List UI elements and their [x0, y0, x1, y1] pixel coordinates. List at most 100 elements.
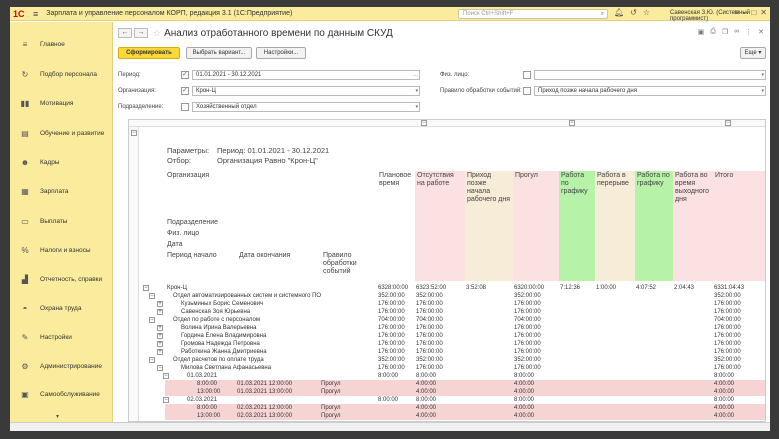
sidebar-item-main[interactable]: ≡ Главное [10, 34, 113, 54]
row-toggle-icon[interactable]: + [157, 301, 163, 307]
chevron-down-icon[interactable]: ▾ [761, 71, 764, 79]
favorite-star-icon[interactable]: ☆ [153, 28, 161, 39]
back-button[interactable]: ← [118, 28, 132, 38]
row-toggle-icon[interactable]: − [157, 365, 163, 371]
row-toggle-icon[interactable]: + [157, 349, 163, 355]
sidebar-item-self-service[interactable]: ▣ Самообслуживание [10, 384, 113, 404]
cell-absence: 704:00:00 [416, 317, 443, 323]
organization-checkbox[interactable]: ✓ [181, 87, 189, 95]
organization-field[interactable]: Крон-Ц ▾ [192, 86, 420, 96]
chevron-down-icon[interactable]: ▾ [415, 87, 418, 95]
sidebar-item-salary[interactable]: ▦ Зарплата [10, 181, 113, 201]
row-toggle-icon[interactable]: − [163, 373, 169, 379]
settings-menu-icon[interactable]: ≡ [734, 8, 739, 17]
command-bar: Сформировать Выбрать вариант... Настройк… [118, 47, 766, 61]
collapse-column-group-icon[interactable]: − [569, 120, 575, 126]
row-toggle-icon[interactable]: + [157, 309, 163, 315]
close-icon[interactable]: ✕ [760, 8, 767, 17]
table-row[interactable]: 02.03.2021 8:00:00 8:00:00 8:00:00 8:00:00 [165, 396, 765, 404]
table-row[interactable]: Работкина Жанна Дмитриевна 176:00:00 176:0… [165, 348, 765, 356]
table-row[interactable]: Громова Надежда Петровна 176:00:00 176:00:… [165, 340, 765, 348]
sidebar-item-safety[interactable]: ◓ Охрана труда [10, 298, 113, 318]
row-toggle-icon[interactable]: − [149, 317, 155, 323]
department-field[interactable]: Хозяйственный отдел ▾ [192, 102, 420, 112]
more-button[interactable]: Еще ▾ [740, 47, 766, 59]
row-toggle-icon[interactable]: + [157, 325, 163, 331]
settings-button[interactable]: Настройки... [256, 47, 306, 59]
table-row[interactable]: 8:00:00 01.03.2021 12:00:00 Прогул 4:00:00 4… [165, 380, 765, 388]
table-row[interactable]: Отдел автоматизированных систем и систем… [165, 292, 765, 300]
table-row[interactable]: 13:00:00 02.03.2021 13:00:00 Прогул 4:00:00… [165, 412, 765, 420]
rule-checkbox[interactable] [523, 87, 531, 95]
chevron-down-icon[interactable]: ▾ [761, 87, 764, 95]
period-checkbox[interactable]: ✓ [181, 71, 189, 79]
collapse-column-group-icon[interactable]: − [421, 120, 427, 126]
row-toggle-icon[interactable]: − [149, 357, 155, 363]
collapse-column-group-icon[interactable]: − [725, 120, 731, 126]
table-row[interactable]: 01.03.2021 8:00:00 8:00:00 8:00:00 8:00:00 [165, 372, 765, 380]
cell-name: Громова Надежда Петровна [181, 341, 260, 347]
table-row[interactable]: 8:00:00 02.03.2021 12:00:00 Прогул 4:00:00 4… [165, 404, 765, 412]
notifications-icon[interactable]: 🔔︎ [614, 8, 624, 17]
table-row[interactable]: Кузьминых Борис Семенович 176:00:00 176:00… [165, 300, 765, 308]
title-bar: 1С ≡ Зарплата и управление персоналом КО… [10, 7, 770, 22]
table-row[interactable]: Милова Светлана Афанасьевна 176:00:00 176:… [165, 364, 765, 372]
collapse-header-icon[interactable]: − [131, 130, 137, 136]
ellipsis-icon[interactable]: … [413, 71, 418, 79]
search-icon[interactable]: ⌕ [601, 10, 604, 18]
more-actions-icon[interactable]: ⋮ [745, 28, 752, 36]
rule-field[interactable]: Приход позже начала рабочего дня ▾ [534, 86, 766, 96]
sidebar-item-payments[interactable]: ▭ Выплаты [10, 211, 113, 231]
table-row[interactable]: Гордина Елена Владимировна 176:00:00 176:0… [165, 332, 765, 340]
minimize-icon[interactable]: – [743, 8, 747, 17]
main-menu-icon[interactable]: ≡ [33, 9, 38, 19]
table-row[interactable]: Волина Ирина Валерьевна 176:00:00 176:00:0… [165, 324, 765, 332]
period-field[interactable]: 01.01.2021 - 30.12.2021… [192, 70, 420, 80]
cell-total: 6331:04:43 [714, 285, 745, 291]
row-toggle-icon[interactable]: + [157, 341, 163, 347]
table-row[interactable]: Отдел расчетов по оплате труда 352:00:00 3… [165, 356, 765, 364]
cell-total: 8:00:00 [714, 373, 735, 379]
copy-icon[interactable]: ❐ [722, 28, 728, 36]
maximize-icon[interactable]: □ [751, 8, 756, 17]
sidebar-item-motivation[interactable]: ▮▮ Мотивация [10, 93, 113, 113]
generate-button[interactable]: Сформировать [118, 47, 180, 59]
cell-name: 01.03.2021 [187, 373, 218, 379]
table-row[interactable]: Отдел по работе с персоналом 704:00:00 704… [165, 316, 765, 324]
forward-button[interactable]: → [134, 28, 148, 38]
cell-rule: Прогул [321, 413, 341, 419]
table-row[interactable]: Савенская Зоя Юрьевна 176:00:00 176:00:00 1… [165, 308, 765, 316]
sidebar-item-reports[interactable]: ▟ Отчетность, справки [10, 269, 113, 289]
link-icon[interactable]: ∞ [734, 28, 739, 36]
sidebar-item-hr[interactable]: ☻ Кадры [10, 152, 113, 172]
person-field[interactable]: ▾ [534, 70, 766, 80]
cell-name: Волина Ирина Валерьевна [181, 325, 257, 331]
row-toggle-icon[interactable]: − [143, 285, 149, 291]
sidebar-item-recruit[interactable]: ↻ Подбор персонала [10, 64, 113, 84]
history-icon[interactable]: ↺ [630, 8, 637, 17]
department-checkbox[interactable] [181, 103, 189, 111]
sidebar-item-settings[interactable]: ✎ Настройки [10, 327, 113, 347]
table-row[interactable]: 13:00:00 01.03.2021 13:00:00 Прогул 4:00:00… [165, 388, 765, 396]
more-button-label: Еще [744, 50, 757, 56]
person-checkbox[interactable] [523, 71, 531, 79]
sidebar-item-admin[interactable]: ⚙ Администрирование [10, 356, 113, 376]
favorites-icon[interactable]: ☆ [643, 8, 650, 17]
row-toggle-icon[interactable]: − [149, 293, 155, 299]
sidebar-scroll-down-icon[interactable]: ▾ [56, 413, 59, 420]
report-spreadsheet[interactable]: − − − − Параметры: Период: 01.01.2021 - … [128, 119, 766, 422]
sidebar-item-education[interactable]: ▤ Обучение и развитие [10, 123, 113, 143]
close-form-icon[interactable]: ✕ [758, 28, 764, 36]
cell-name: Отдел по работе с персоналом [173, 317, 260, 323]
row-toggle-icon[interactable]: − [163, 397, 169, 403]
row-toggle-icon[interactable]: + [157, 333, 163, 339]
choose-variant-button[interactable]: Выбрать вариант... [186, 47, 252, 59]
print-icon[interactable]: ⎙ [710, 28, 716, 36]
save-icon[interactable]: ▣ [698, 28, 705, 36]
sidebar-item-taxes[interactable]: % Налоги и взносы [10, 240, 113, 260]
col-late: Приход позже начала рабочего дня [465, 171, 513, 281]
chevron-down-icon[interactable]: ▾ [415, 103, 418, 111]
table-row[interactable]: Крон-Ц 6328:00:00 6323:52:00 3:52:08 6320:00… [165, 284, 765, 292]
cell-absent: 352:00:00 [514, 357, 541, 363]
global-search-input[interactable]: Поиск Ctrl+Shift+F ⌕ [458, 9, 608, 19]
